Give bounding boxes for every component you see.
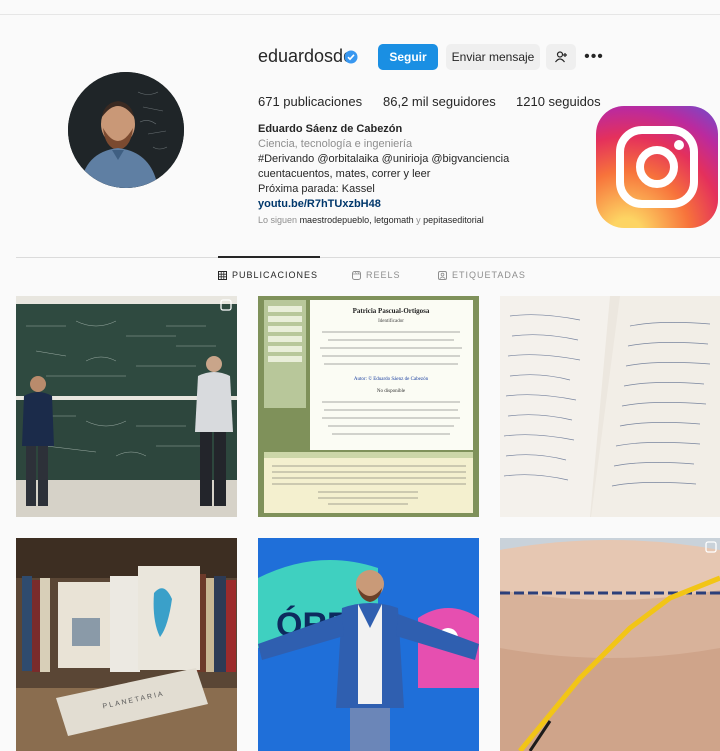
send-message-button[interactable]: Enviar mensaje — [446, 44, 540, 70]
post-thumbnail[interactable] — [500, 296, 720, 517]
doc-author: Autor: © Eduardo Sáenz de Cabezón — [354, 376, 429, 382]
post-thumbnail[interactable] — [500, 538, 720, 751]
tagged-icon — [438, 270, 447, 280]
bio-line: cuentacuentos, mates, correr y leer — [258, 168, 431, 180]
tab-posts[interactable]: PUBLICACIONES — [218, 270, 318, 280]
follow-button[interactable]: Seguir — [378, 44, 438, 70]
tab-tagged-label: ETIQUETADAS — [452, 270, 526, 280]
tabs-divider — [16, 257, 720, 258]
tab-posts-label: PUBLICACIONES — [232, 270, 319, 280]
verified-badge-icon — [344, 50, 358, 64]
bio-line: Próxima parada: Kassel — [258, 183, 375, 195]
profile-username: eduardosdc — [258, 46, 353, 66]
following-count[interactable]: 1210 seguidos — [516, 94, 601, 109]
profile-bio: Eduardo Sáenz de Cabezón Ciencia, tecnol… — [258, 122, 588, 212]
bio-category: Ciencia, tecnología e ingeniería — [258, 138, 413, 150]
doc-subtitle: Identificador — [378, 319, 404, 324]
reels-icon — [352, 270, 361, 280]
post-thumbnail[interactable] — [16, 296, 237, 517]
active-tab-indicator — [218, 256, 320, 258]
doc-note: No disponible — [377, 389, 406, 394]
post-thumbnail[interactable]: ÓRB — [258, 538, 479, 751]
followed-by-joiner: y — [416, 215, 421, 225]
tab-reels[interactable]: REELS — [352, 270, 401, 280]
tab-reels-label: REELS — [366, 270, 401, 280]
post-thumbnail[interactable]: Patricia Pascual-Ortigosa Identificador … — [258, 296, 479, 517]
instagram-logo-icon — [596, 106, 718, 228]
grid-icon — [218, 270, 227, 280]
bio-line: #Derivando @orbitalaika @unirioja @bigva… — [258, 153, 510, 165]
profile-avatar[interactable] — [68, 72, 184, 188]
doc-title: Patricia Pascual-Ortigosa — [353, 307, 430, 315]
post-thumbnail[interactable]: PLANETARIA — [16, 538, 237, 751]
more-options-button[interactable]: ••• — [581, 44, 607, 70]
followed-by-prefix: Lo siguen — [258, 215, 298, 225]
suggest-accounts-button[interactable] — [546, 44, 576, 70]
add-person-icon — [555, 51, 567, 63]
bio-link[interactable]: youtu.be/R7hTUxzbH48 — [258, 197, 588, 212]
tab-tagged[interactable]: ETIQUETADAS — [438, 270, 526, 280]
followed-by-text: Lo siguen maestrodepueblo, letgomath y p… — [258, 215, 484, 225]
top-divider — [0, 14, 720, 15]
followers-count[interactable]: 86,2 mil seguidores — [383, 94, 496, 109]
followed-by-names[interactable]: maestrodepueblo, letgomath — [300, 215, 414, 225]
bio-full-name: Eduardo Sáenz de Cabezón — [258, 123, 403, 135]
followed-by-last[interactable]: pepitaseditorial — [423, 215, 484, 225]
posts-count: 671 publicaciones — [258, 94, 363, 109]
